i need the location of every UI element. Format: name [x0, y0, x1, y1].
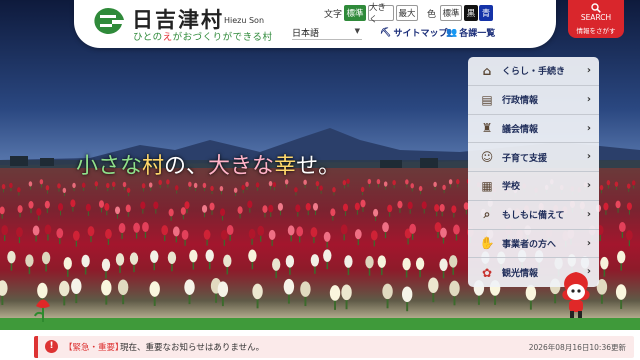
menu-item-administration[interactable]: ▤ 行政情報 ›	[468, 85, 599, 115]
color-black-button[interactable]: 黒	[464, 5, 478, 21]
sections-label: 各課一覧	[459, 29, 496, 39]
mascot-character	[562, 272, 590, 318]
alert-message: 現在、重要なお知らせはありません。	[120, 343, 265, 353]
school-icon: ▦	[481, 178, 493, 193]
tagline-em: え	[162, 32, 173, 43]
menu-item-assembly[interactable]: ♜ 議会情報 ›	[468, 114, 599, 144]
catch-part-1: 小さな	[76, 154, 143, 179]
text-size-max-button[interactable]: 最大	[396, 5, 418, 21]
menu-item-business[interactable]: ✋ 事業者の方へ ›	[468, 229, 599, 259]
tagline-post: がおづくりができる村	[172, 32, 273, 43]
category-menu: ⌂ くらし・手続き › ▤ 行政情報 › ♜ 議会情報 › ☺ 子育て支援 › ▦ 学校 › ⌕ もし…	[468, 57, 599, 287]
people-icon: 👥	[446, 27, 458, 38]
search-button[interactable]: SEARCH 情報をさがす	[568, 0, 624, 38]
site-title-roman: Hiezu Son	[224, 16, 265, 25]
sitemap-link[interactable]: ⛏ サイトマップ	[380, 26, 448, 40]
menu-item-label: 学校	[502, 182, 521, 193]
chevron-down-icon: ▼	[354, 27, 360, 35]
grass-strip	[0, 318, 640, 330]
language-select[interactable]: 日本語 ▼	[292, 26, 362, 40]
search-icon	[591, 3, 601, 13]
chevron-right-icon: ›	[586, 151, 591, 163]
emergency-notice[interactable]: ! 【緊急・重要】 現在、重要なお知らせはありません。 2026年08月16日1…	[34, 336, 634, 358]
menu-item-school[interactable]: ▦ 学校 ›	[468, 172, 599, 201]
catch-part-5: 幸	[274, 154, 297, 179]
alert-icon: !	[45, 340, 58, 353]
baby-icon: ☺	[480, 150, 494, 165]
house-icon: ⌂	[482, 63, 492, 78]
color-blue-button[interactable]: 青	[479, 5, 493, 21]
text-size-large-button[interactable]: 大きく	[368, 3, 394, 25]
handshake-icon: ✋	[479, 236, 495, 251]
catch-part-6: せ。	[296, 154, 341, 179]
sitemap-icon: ⛏	[380, 27, 392, 38]
color-standard-button[interactable]: 標準	[440, 5, 462, 21]
emergency-notice-bar: ! 【緊急・重要】 現在、重要なお知らせはありません。 2026年08月16日1…	[0, 330, 640, 360]
catch-part-4: 大きな	[208, 154, 275, 179]
sitemap-label: サイトマップ	[393, 29, 448, 39]
chevron-right-icon: ›	[586, 65, 591, 76]
red-flower-decoration	[34, 299, 50, 322]
color-label: 色	[427, 10, 437, 20]
search-label: SEARCH	[580, 13, 612, 22]
chevron-right-icon: ›	[586, 93, 591, 105]
catch-part-2: 村	[142, 154, 165, 179]
menu-item-label: くらし・手続き	[502, 67, 566, 78]
menu-item-childcare[interactable]: ☺ 子育て支援 ›	[468, 143, 599, 172]
magnifier-icon: ⌕	[483, 207, 491, 222]
language-value: 日本語	[292, 29, 320, 39]
chevron-right-icon: ›	[586, 237, 591, 249]
menu-item-label: 事業者の方へ	[502, 239, 557, 250]
menu-item-label: 議会情報	[502, 124, 539, 135]
document-icon: ▤	[481, 92, 493, 107]
hero-catchphrase: 小さな村の、大きな幸せ。	[76, 148, 340, 180]
catch-part-3: の、	[164, 154, 209, 179]
assembly-icon: ♜	[481, 121, 493, 136]
chevron-right-icon: ›	[586, 208, 591, 220]
site-header: 日吉津村 Hiezu Son ひとのえがおづくりができる村 文字 標準 大きく …	[74, 0, 624, 48]
chevron-right-icon: ›	[586, 180, 591, 191]
tagline-pre: ひとの	[133, 32, 163, 43]
menu-item-emergency[interactable]: ⌕ もしもに備えて ›	[468, 200, 599, 230]
text-size-standard-button[interactable]: 標準	[344, 5, 366, 21]
tulip-icon: ✿	[481, 265, 493, 280]
site-tagline: ひとのえがおづくりができる村	[133, 29, 272, 43]
alert-tag: 【緊急・重要】	[64, 343, 124, 353]
menu-item-label: もしもに備えて	[502, 211, 565, 222]
menu-item-label: 観光情報	[502, 269, 539, 280]
menu-item-label: 行政情報	[502, 96, 539, 107]
sections-link[interactable]: 👥 各課一覧	[446, 26, 496, 40]
text-size-label: 文字	[324, 10, 343, 20]
village-logo-icon[interactable]	[90, 6, 126, 36]
chevron-right-icon: ›	[586, 122, 591, 134]
menu-item-label: 子育て支援	[502, 153, 548, 164]
alert-updated-time: 2026年08月16日10:36更新	[528, 343, 626, 352]
menu-item-living[interactable]: ⌂ くらし・手続き ›	[468, 57, 599, 86]
search-sublabel: 情報をさがす	[576, 27, 616, 35]
